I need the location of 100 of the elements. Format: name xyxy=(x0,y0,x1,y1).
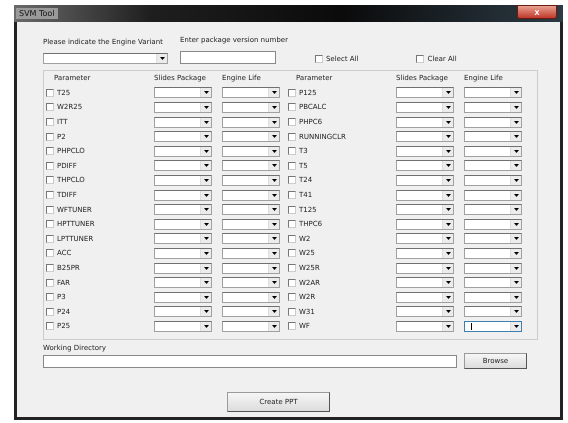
dropdown-arrow-icon xyxy=(204,91,208,94)
slides-package-dropdown[interactable] xyxy=(396,174,454,186)
dropdown-arrow-icon xyxy=(514,120,518,124)
dropdown-arrow-icon xyxy=(514,178,518,182)
slides-package-dropdown[interactable] xyxy=(396,262,454,274)
engine-life-dropdown[interactable] xyxy=(464,320,522,332)
dropdown-arrow-icon xyxy=(204,324,208,328)
dropdown-arrow-icon xyxy=(272,296,276,299)
dropdown-arrow-icon xyxy=(272,178,276,182)
dropdown-arrow-icon xyxy=(446,266,450,270)
slides-package-dropdown[interactable] xyxy=(396,204,454,216)
dropdown-arrow-icon xyxy=(514,296,518,299)
slides-package-dropdown[interactable] xyxy=(396,218,454,230)
dropdown-arrow-icon xyxy=(446,194,450,197)
dropdown-arrow-icon xyxy=(446,281,450,284)
dropdown-arrow-icon xyxy=(446,252,450,255)
variant-dropdown[interactable] xyxy=(43,53,168,64)
dropdown-arrow-icon xyxy=(446,208,450,212)
dropdown-arrow-icon xyxy=(272,222,276,226)
slides-package-dropdown[interactable] xyxy=(154,306,212,318)
dropdown-arrow-icon xyxy=(204,281,208,284)
slides-package-dropdown[interactable] xyxy=(396,131,454,142)
dropdown-arrow-icon xyxy=(272,164,276,168)
slides-package-dropdown[interactable] xyxy=(396,233,454,244)
dropdown-arrow-icon xyxy=(204,164,208,168)
dropdown-arrow-icon xyxy=(272,208,276,212)
dropdown-arrow-icon xyxy=(446,296,450,299)
dropdown-arrow-icon xyxy=(514,91,518,94)
directory-input-field[interactable] xyxy=(43,354,457,368)
slides-package-dropdown[interactable] xyxy=(154,218,212,230)
slides-package-dropdown[interactable] xyxy=(154,102,212,113)
slides-package-dropdown[interactable] xyxy=(154,262,212,274)
dropdown-arrow-icon xyxy=(272,252,276,255)
dropdown-arrow-icon xyxy=(514,194,518,197)
slides-package-dropdown[interactable] xyxy=(154,320,212,332)
slides-package-dropdown[interactable] xyxy=(154,248,212,259)
dropdown-arrow-icon xyxy=(272,237,276,240)
dropdown-arrow-icon xyxy=(272,194,276,197)
version-input-field[interactable] xyxy=(180,51,276,64)
slides-package-dropdown[interactable] xyxy=(154,131,212,142)
dropdown-arrow-icon xyxy=(272,150,276,153)
dropdown-arrow-icon xyxy=(204,222,208,226)
slides-package-dropdown[interactable] xyxy=(396,87,454,98)
dropdown-arrow-icon xyxy=(446,310,450,314)
slides-package-dropdown[interactable] xyxy=(154,174,212,186)
slides-package-dropdown[interactable] xyxy=(154,190,212,201)
dropdown-arrow-icon xyxy=(446,150,450,153)
dropdown-arrow-icon xyxy=(514,164,518,168)
dropdown-arrow-icon xyxy=(446,164,450,168)
slides-package-dropdown[interactable] xyxy=(396,320,454,332)
slides-package-dropdown[interactable] xyxy=(154,116,212,128)
slides-package-dropdown[interactable] xyxy=(396,160,454,172)
slides-package-dropdown[interactable] xyxy=(396,277,454,288)
dropdown-arrow-icon xyxy=(204,252,208,255)
slides-package-dropdown[interactable] xyxy=(396,102,454,113)
dropdown-arrow-icon xyxy=(204,120,208,124)
dropdown-arrow-icon xyxy=(514,310,518,314)
dropdown-arrow-icon xyxy=(446,222,450,226)
dropdown-arrow-icon xyxy=(446,91,450,94)
dropdown-arrow-icon xyxy=(272,310,276,314)
dropdown-arrow-icon xyxy=(204,237,208,240)
dropdown-arrow-icon xyxy=(204,150,208,153)
dropdown-arrow-icon xyxy=(514,106,518,109)
dropdown-arrow-icon xyxy=(204,266,208,270)
window-title: SVM Tool xyxy=(16,8,58,19)
slides-package-dropdown[interactable] xyxy=(154,292,212,303)
slides-package-dropdown[interactable] xyxy=(154,160,212,172)
dropdown-arrow-icon xyxy=(204,135,208,138)
slides-package-dropdown[interactable] xyxy=(154,87,212,98)
dropdown-arrow-icon xyxy=(204,178,208,182)
slides-package-dropdown[interactable] xyxy=(396,248,454,259)
slides-package-dropdown[interactable] xyxy=(396,292,454,303)
dropdown-arrow-icon xyxy=(272,91,276,94)
dropdown-arrow-icon xyxy=(514,252,518,255)
slides-package-dropdown[interactable] xyxy=(154,146,212,157)
dropdown-arrow-icon xyxy=(446,120,450,124)
dropdown-arrow-icon xyxy=(514,208,518,212)
dropdown-arrow-icon xyxy=(514,222,518,226)
close-button[interactable]: x xyxy=(517,5,557,19)
dropdown-arrow-icon xyxy=(446,135,450,138)
dropdown-arrow-icon xyxy=(272,324,276,328)
dropdown-arrow-icon xyxy=(514,135,518,138)
slides-package-dropdown[interactable] xyxy=(154,233,212,244)
dropdown-arrow-icon xyxy=(446,106,450,109)
dropdown-arrow-icon xyxy=(272,106,276,109)
dropdown-arrow-icon xyxy=(514,281,518,284)
slides-package-dropdown[interactable] xyxy=(396,306,454,318)
dropdown-arrow-icon xyxy=(204,208,208,212)
dropdown-arrow-icon xyxy=(514,150,518,153)
dropdown-arrow-icon xyxy=(204,106,208,109)
dropdown-arrow-icon xyxy=(446,178,450,182)
slides-package-dropdown[interactable] xyxy=(396,190,454,201)
slides-package-dropdown[interactable] xyxy=(396,146,454,157)
dropdown-arrow-icon xyxy=(446,237,450,240)
slides-package-dropdown[interactable] xyxy=(396,116,454,128)
slides-package-dropdown[interactable] xyxy=(154,204,212,216)
dropdown-arrow-icon xyxy=(160,57,164,60)
dropdown-arrow-icon xyxy=(272,120,276,124)
slides-package-dropdown[interactable] xyxy=(154,277,212,288)
dropdown-arrow-icon xyxy=(272,281,276,284)
